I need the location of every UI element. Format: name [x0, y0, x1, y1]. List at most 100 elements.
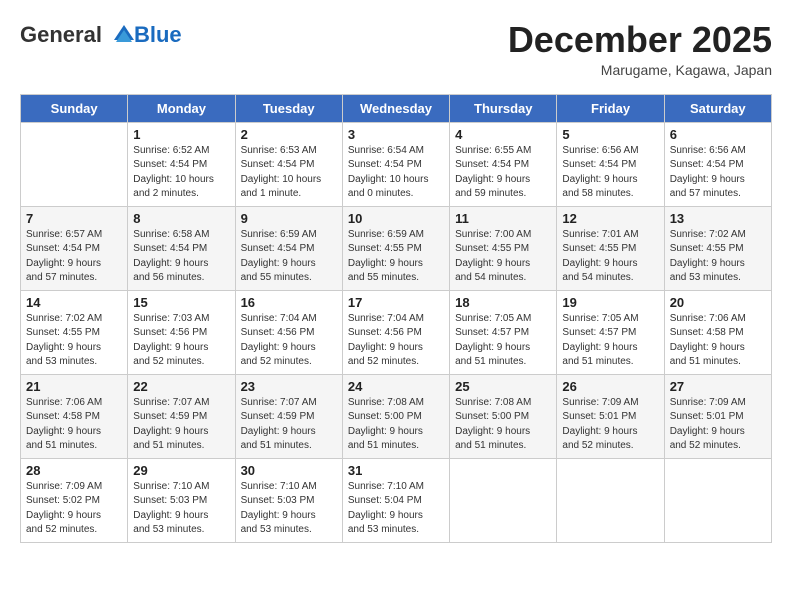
day-number: 9 [241, 211, 337, 226]
day-number: 21 [26, 379, 122, 394]
week-row-5: 28Sunrise: 7:09 AMSunset: 5:02 PMDayligh… [21, 458, 772, 542]
col-header-wednesday: Wednesday [342, 94, 449, 122]
cell-3-6: 19 Sunrise: 7:05 AMSunset: 4:57 PMDayligh… [557, 290, 664, 374]
cell-info: Sunrise: 7:09 AMSunset: 5:01 PMDaylight:… [670, 396, 766, 454]
cell-2-5: 11 Sunrise: 7:00 AMSunset: 4:55 PMDayligh… [450, 206, 557, 290]
cell-info: Sunrise: 7:10 AMSunset: 5:04 PMDaylight:… [348, 480, 444, 538]
cell-info: Sunrise: 7:07 AMSunset: 4:59 PMDaylight:… [133, 396, 229, 454]
week-row-1: 1 Sunrise: 6:52 AMSunset: 4:54 PMDaylight… [21, 122, 772, 206]
cell-info: Sunrise: 7:00 AMSunset: 4:55 PMDaylight:… [455, 228, 551, 286]
day-number: 4 [455, 127, 551, 142]
cell-4-5: 25 Sunrise: 7:08 AMSunset: 5:00 PMDayligh… [450, 374, 557, 458]
cell-info: Sunrise: 7:03 AMSunset: 4:56 PMDaylight:… [133, 312, 229, 370]
cell-info: Sunrise: 6:54 AMSunset: 4:54 PMDaylight:… [348, 144, 444, 202]
day-number: 3 [348, 127, 444, 142]
cell-3-4: 17 Sunrise: 7:04 AMSunset: 4:56 PMDayligh… [342, 290, 449, 374]
day-number: 17 [348, 295, 444, 310]
day-number: 23 [241, 379, 337, 394]
cell-4-1: 21 Sunrise: 7:06 AMSunset: 4:58 PMDayligh… [21, 374, 128, 458]
cell-3-3: 16 Sunrise: 7:04 AMSunset: 4:56 PMDayligh… [235, 290, 342, 374]
col-header-friday: Friday [557, 94, 664, 122]
cell-info: Sunrise: 7:08 AMSunset: 5:00 PMDaylight:… [348, 396, 444, 454]
logo-general-text: General [20, 22, 102, 48]
cell-info: Sunrise: 7:05 AMSunset: 4:57 PMDaylight:… [562, 312, 658, 370]
cell-info: Sunrise: 7:10 AMSunset: 5:03 PMDaylight:… [241, 480, 337, 538]
day-number: 15 [133, 295, 229, 310]
cell-2-1: 7 Sunrise: 6:57 AMSunset: 4:54 PMDaylight… [21, 206, 128, 290]
cell-info: Sunrise: 6:56 AMSunset: 4:54 PMDaylight:… [562, 144, 658, 202]
day-number: 8 [133, 211, 229, 226]
cell-info: Sunrise: 7:02 AMSunset: 4:55 PMDaylight:… [670, 228, 766, 286]
day-number: 14 [26, 295, 122, 310]
week-row-4: 21 Sunrise: 7:06 AMSunset: 4:58 PMDayligh… [21, 374, 772, 458]
logo-icon [104, 20, 134, 50]
calendar-table: SundayMondayTuesdayWednesdayThursdayFrid… [20, 94, 772, 543]
cell-3-1: 14 Sunrise: 7:02 AMSunset: 4:55 PMDayligh… [21, 290, 128, 374]
cell-3-7: 20 Sunrise: 7:06 AMSunset: 4:58 PMDayligh… [664, 290, 771, 374]
cell-info: Sunrise: 7:10 AMSunset: 5:03 PMDaylight:… [133, 480, 229, 538]
month-title: December 2025 [508, 20, 772, 60]
cell-info: Sunrise: 6:55 AMSunset: 4:54 PMDaylight:… [455, 144, 551, 202]
title-block: December 2025 Marugame, Kagawa, Japan [508, 20, 772, 78]
cell-1-2: 1 Sunrise: 6:52 AMSunset: 4:54 PMDaylight… [128, 122, 235, 206]
cell-5-2: 29Sunrise: 7:10 AMSunset: 5:03 PMDayligh… [128, 458, 235, 542]
cell-info: Sunrise: 6:59 AMSunset: 4:55 PMDaylight:… [348, 228, 444, 286]
cell-1-3: 2 Sunrise: 6:53 AMSunset: 4:54 PMDaylight… [235, 122, 342, 206]
col-header-saturday: Saturday [664, 94, 771, 122]
week-row-3: 14 Sunrise: 7:02 AMSunset: 4:55 PMDayligh… [21, 290, 772, 374]
cell-info: Sunrise: 7:04 AMSunset: 4:56 PMDaylight:… [241, 312, 337, 370]
cell-1-7: 6Sunrise: 6:56 AMSunset: 4:54 PMDaylight… [664, 122, 771, 206]
cell-info: Sunrise: 7:01 AMSunset: 4:55 PMDaylight:… [562, 228, 658, 286]
cell-info: Sunrise: 7:07 AMSunset: 4:59 PMDaylight:… [241, 396, 337, 454]
cell-4-2: 22 Sunrise: 7:07 AMSunset: 4:59 PMDayligh… [128, 374, 235, 458]
day-number: 6 [670, 127, 766, 142]
day-number: 1 [133, 127, 229, 142]
cell-1-1 [21, 122, 128, 206]
logo: General Blue [20, 20, 182, 50]
day-number: 24 [348, 379, 444, 394]
header-row: SundayMondayTuesdayWednesdayThursdayFrid… [21, 94, 772, 122]
cell-info: Sunrise: 6:58 AMSunset: 4:54 PMDaylight:… [133, 228, 229, 286]
cell-5-6 [557, 458, 664, 542]
day-number: 20 [670, 295, 766, 310]
cell-1-4: 3 Sunrise: 6:54 AMSunset: 4:54 PMDaylight… [342, 122, 449, 206]
day-number: 16 [241, 295, 337, 310]
day-number: 7 [26, 211, 122, 226]
day-number: 2 [241, 127, 337, 142]
cell-3-5: 18Sunrise: 7:05 AMSunset: 4:57 PMDayligh… [450, 290, 557, 374]
col-header-monday: Monday [128, 94, 235, 122]
cell-5-4: 31Sunrise: 7:10 AMSunset: 5:04 PMDayligh… [342, 458, 449, 542]
page-header: General Blue December 2025 Marugame, Kag… [20, 20, 772, 78]
day-number: 30 [241, 463, 337, 478]
day-number: 19 [562, 295, 658, 310]
cell-4-7: 27 Sunrise: 7:09 AMSunset: 5:01 PMDayligh… [664, 374, 771, 458]
cell-info: Sunrise: 7:04 AMSunset: 4:56 PMDaylight:… [348, 312, 444, 370]
cell-5-3: 30 Sunrise: 7:10 AMSunset: 5:03 PMDayligh… [235, 458, 342, 542]
cell-3-2: 15 Sunrise: 7:03 AMSunset: 4:56 PMDayligh… [128, 290, 235, 374]
day-number: 12 [562, 211, 658, 226]
day-number: 28 [26, 463, 122, 478]
day-number: 11 [455, 211, 551, 226]
cell-info: Sunrise: 6:59 AMSunset: 4:54 PMDaylight:… [241, 228, 337, 286]
cell-4-4: 24 Sunrise: 7:08 AMSunset: 5:00 PMDayligh… [342, 374, 449, 458]
cell-info: Sunrise: 7:09 AMSunset: 5:01 PMDaylight:… [562, 396, 658, 454]
day-number: 5 [562, 127, 658, 142]
cell-info: Sunrise: 7:06 AMSunset: 4:58 PMDaylight:… [26, 396, 122, 454]
location-subtitle: Marugame, Kagawa, Japan [508, 62, 772, 78]
cell-info: Sunrise: 7:02 AMSunset: 4:55 PMDaylight:… [26, 312, 122, 370]
day-number: 10 [348, 211, 444, 226]
cell-5-7 [664, 458, 771, 542]
col-header-sunday: Sunday [21, 94, 128, 122]
cell-info: Sunrise: 6:57 AMSunset: 4:54 PMDaylight:… [26, 228, 122, 286]
cell-info: Sunrise: 7:06 AMSunset: 4:58 PMDaylight:… [670, 312, 766, 370]
cell-2-2: 8 Sunrise: 6:58 AMSunset: 4:54 PMDaylight… [128, 206, 235, 290]
cell-info: Sunrise: 6:52 AMSunset: 4:54 PMDaylight:… [133, 144, 229, 202]
day-number: 26 [562, 379, 658, 394]
day-number: 27 [670, 379, 766, 394]
cell-4-6: 26 Sunrise: 7:09 AMSunset: 5:01 PMDayligh… [557, 374, 664, 458]
day-number: 22 [133, 379, 229, 394]
week-row-2: 7 Sunrise: 6:57 AMSunset: 4:54 PMDaylight… [21, 206, 772, 290]
cell-info: Sunrise: 7:08 AMSunset: 5:00 PMDaylight:… [455, 396, 551, 454]
cell-info: Sunrise: 6:53 AMSunset: 4:54 PMDaylight:… [241, 144, 337, 202]
day-number: 25 [455, 379, 551, 394]
